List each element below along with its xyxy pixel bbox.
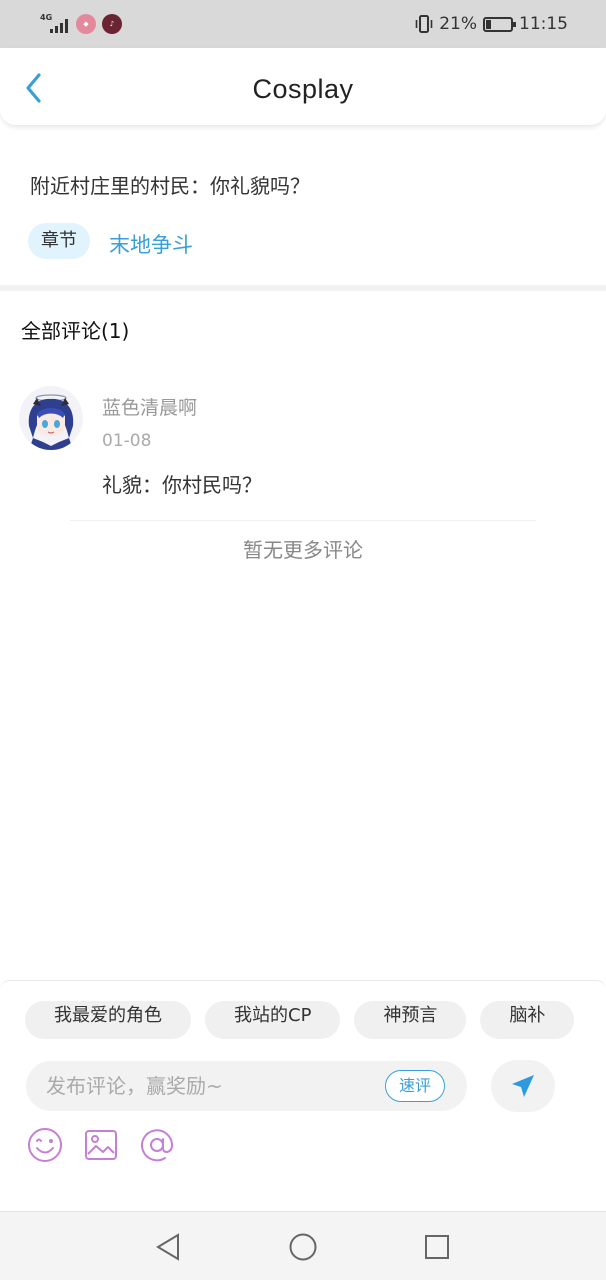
quick-tag-imagine[interactable]: 脑补 — [480, 1001, 575, 1039]
comment-username[interactable]: 蓝色清晨啊 — [102, 393, 197, 420]
send-icon — [512, 1075, 534, 1097]
comment-divider — [70, 520, 536, 521]
status-bar: 4G ◆ ♪ 21% 11:15 — [0, 0, 606, 48]
image-icon[interactable] — [82, 1126, 120, 1164]
emoji-icon[interactable] — [26, 1126, 64, 1164]
comment-compose-bar: 我最爱的角色我站的CP 神预言脑补 速评 — [0, 980, 606, 1210]
status-right: 21% 11:15 — [415, 12, 568, 36]
comment-date: 01-08 — [102, 431, 152, 451]
back-triangle-icon — [156, 1233, 179, 1261]
comment-avatar[interactable] — [19, 386, 83, 450]
recents-square-icon — [425, 1235, 449, 1259]
post-text: 附近村庄里的村民：你礼貌吗？ — [30, 174, 310, 198]
tiktok-icon: ♪ — [102, 14, 122, 34]
comments-title: 全部评论(1) — [21, 319, 130, 343]
vibrate-icon — [415, 15, 433, 33]
send-button[interactable] — [491, 1060, 555, 1112]
nav-back-button[interactable] — [153, 1232, 183, 1262]
nav-home-button[interactable] — [288, 1232, 318, 1262]
post-card: 附近村庄里的村民：你礼貌吗？ 章节 末地争斗 — [0, 126, 606, 286]
signal-icon: 4G — [40, 13, 70, 35]
home-circle-icon — [289, 1233, 317, 1261]
comment-input[interactable] — [46, 1069, 376, 1103]
system-nav-bar — [0, 1211, 606, 1280]
section-divider — [0, 285, 606, 291]
quick-tags: 我最爱的角色 我站的CP 神预言 脑补 — [25, 1001, 606, 1041]
compose-tools — [26, 1126, 176, 1164]
comment-input-box[interactable]: 速评 — [26, 1061, 467, 1111]
clock: 11:15 — [519, 14, 568, 34]
battery-percent: 21% — [439, 14, 477, 34]
nav-recents-button[interactable] — [422, 1232, 452, 1262]
battery-icon — [483, 16, 516, 32]
page-title: Cosplay — [252, 74, 354, 104]
chapter-tag: 章节 — [28, 223, 90, 259]
chapter-link[interactable]: 末地争斗 — [109, 229, 193, 259]
comment-body: 礼貌：你村民吗？ — [102, 473, 262, 497]
quick-tag-prophecy[interactable]: 神预言 — [354, 1001, 467, 1039]
quick-comment-button[interactable]: 速评 — [384, 1070, 445, 1102]
status-left: 4G ◆ ♪ — [40, 12, 122, 36]
quick-tag-cp[interactable]: 我站的CP — [205, 1001, 341, 1039]
at-icon[interactable] — [138, 1126, 176, 1164]
anime-avatar-icon — [19, 386, 83, 450]
no-more-comments: 暂无更多评论 — [243, 538, 363, 562]
quick-tag-favorite-character[interactable]: 我最爱的角色 — [25, 1001, 191, 1039]
app-header: Cosplay — [0, 48, 606, 126]
app-notification-icon: ◆ — [76, 14, 96, 34]
